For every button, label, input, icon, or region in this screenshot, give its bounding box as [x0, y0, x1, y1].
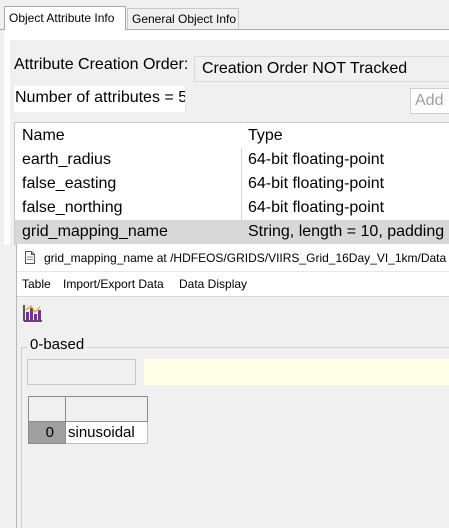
creation-order-value: Creation Order NOT Tracked	[194, 56, 449, 82]
grid-cell[interactable]: sinusoidal	[66, 422, 148, 444]
attribute-type: 64-bit floating-point	[248, 151, 385, 168]
column-header-name[interactable]: Name	[22, 124, 65, 148]
add-attribute-button[interactable]: Add ...	[410, 88, 449, 114]
grid-row-header[interactable]: 0	[28, 422, 66, 444]
tab-strip: Object Attribute Info General Object Inf…	[0, 0, 449, 30]
grid-corner[interactable]	[28, 396, 66, 422]
attribute-name: earth_radius	[22, 151, 111, 168]
tab-object-attribute-info[interactable]: Object Attribute Info	[4, 6, 126, 30]
frame-title-bar[interactable]: grid_mapping_name at /HDFEOS/GRIDS/VIIRS…	[17, 244, 449, 272]
attribute-name: grid_mapping_name	[22, 223, 168, 240]
attribute-type: 64-bit floating-point	[248, 199, 385, 216]
table-header: Name Type	[15, 124, 449, 148]
table-row-selected[interactable]: grid_mapping_name String, length = 10, p…	[15, 220, 449, 244]
table-row[interactable]: false_northing 64-bit floating-point	[15, 196, 449, 220]
column-header-type[interactable]: Type	[248, 124, 283, 148]
table-row[interactable]: earth_radius 64-bit floating-point	[15, 148, 449, 172]
attribute-name: false_northing	[22, 199, 123, 216]
number-of-attributes-text: Number of attributes = 5	[15, 89, 186, 106]
attribute-table: Name Type earth_radius 64-bit floating-p…	[14, 122, 449, 246]
chart-icon[interactable]	[22, 303, 44, 323]
cell-value-editor[interactable]	[144, 359, 449, 385]
tab-general-object-info[interactable]: General Object Info	[127, 8, 239, 30]
attribute-type: String, length = 10, padding = ...	[248, 223, 449, 240]
frame-title: grid_mapping_name at /HDFEOS/GRIDS/VIIRS…	[44, 251, 449, 265]
toolbar	[17, 296, 449, 326]
menu-bar: Table Import/Export Data Data Display	[17, 272, 449, 296]
menu-table[interactable]: Table	[22, 272, 51, 296]
attribute-name: false_easting	[22, 175, 117, 192]
menu-data-display[interactable]: Data Display	[179, 272, 247, 296]
table-row[interactable]: false_easting 64-bit floating-point	[15, 172, 449, 196]
attribute-type: 64-bit floating-point	[248, 175, 385, 192]
data-grid: 0 sinusoidal	[28, 396, 148, 448]
document-icon	[25, 251, 35, 264]
grid-column-header[interactable]	[66, 396, 148, 422]
data-viewer-frame: grid_mapping_name at /HDFEOS/GRIDS/VIIRS…	[16, 244, 449, 528]
cell-address-field[interactable]	[27, 359, 136, 385]
index-base-label: 0-based	[27, 336, 88, 353]
menu-import-export-data[interactable]: Import/Export Data	[63, 272, 164, 296]
creation-order-label: Attribute Creation Order:	[14, 56, 189, 73]
number-of-attributes: Number of attributes = 5	[14, 86, 186, 112]
